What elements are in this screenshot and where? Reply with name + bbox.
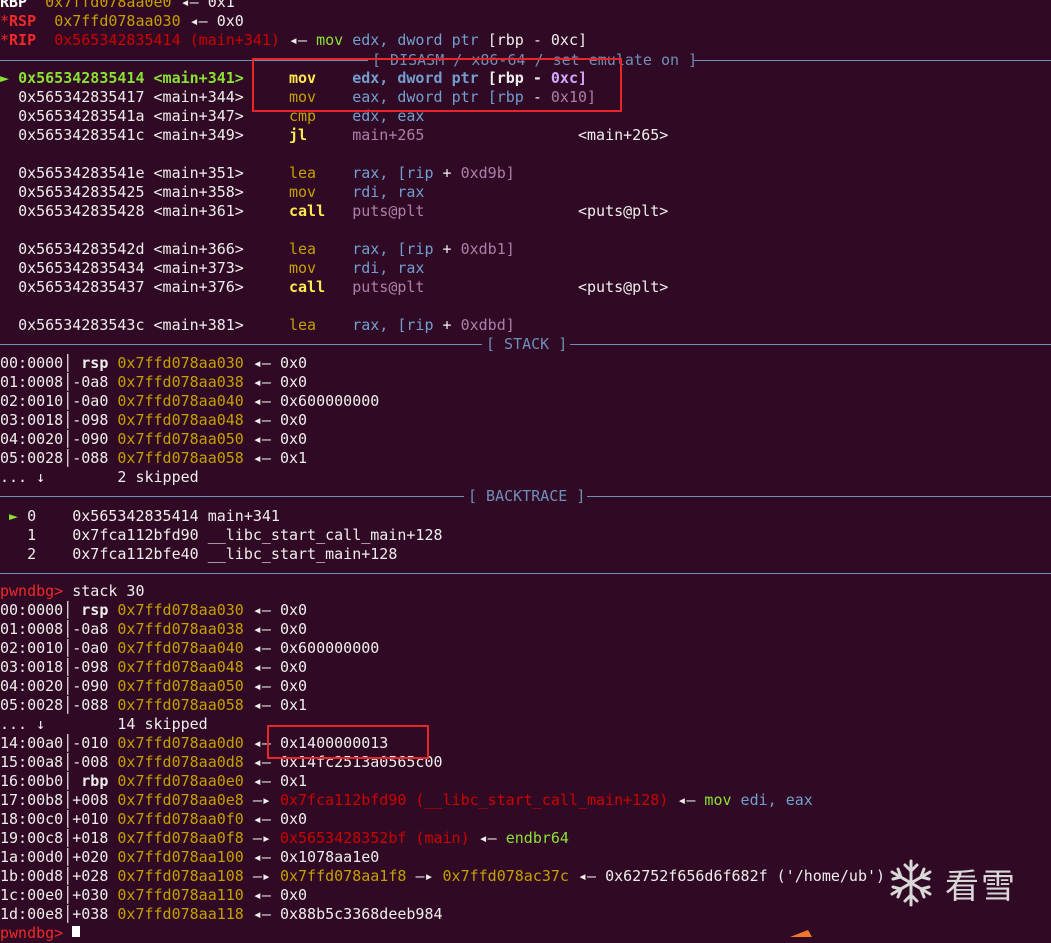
disasm-line: 0x565342835437 <main+376> call puts@plt … bbox=[18, 278, 669, 296]
stack-row: 02:0010│-0a0 0x7ffd078aa040 ◂— 0x6000000… bbox=[0, 392, 380, 410]
stack-row: 05:0028│-088 0x7ffd078aa058 ◂— 0x1 bbox=[0, 696, 308, 714]
backtrace-header-title: [ BACKTRACE ] bbox=[468, 487, 586, 505]
stack-row: 16:00b0│ rbp 0x7ffd078aa0e0 ◂— 0x1 bbox=[0, 772, 308, 790]
stack-row: 18:00c0│+010 0x7ffd078aa0f0 ◂— 0x0 bbox=[0, 810, 308, 828]
divider bbox=[587, 496, 1051, 497]
stack-row: 02:0010│-0a0 0x7ffd078aa040 ◂— 0x6000000… bbox=[0, 639, 380, 657]
command-line: pwndbg> stack 30 bbox=[0, 582, 145, 600]
backtrace-frame: 2 0x7fca112bfe40 __libc_start_main+128 bbox=[27, 545, 398, 563]
backtrace-frame: 1 0x7fca112bfd90 __libc_start_call_main+… bbox=[27, 526, 443, 544]
stack-row: 03:0018│-098 0x7ffd078aa048 ◂— 0x0 bbox=[0, 411, 308, 429]
disasm-line: 0x56534283541e <main+351> lea rax, [rip … bbox=[18, 164, 515, 182]
stack-header: [ STACK ] bbox=[0, 335, 1051, 354]
stack-row: 1c:00e0│+030 0x7ffd078aa110 ◂— 0x0 bbox=[0, 886, 308, 904]
snowflake-icon bbox=[890, 859, 932, 907]
divider bbox=[0, 344, 482, 345]
disasm-line: 0x565342835428 <main+361> call puts@plt … bbox=[18, 202, 669, 220]
divider bbox=[0, 496, 464, 497]
stack-row: 04:0020│-090 0x7ffd078aa050 ◂— 0x0 bbox=[0, 430, 308, 448]
stack-row: 1a:00d0│+020 0x7ffd078aa100 ◂— 0x1078aa1… bbox=[0, 848, 380, 866]
stack-row: 1b:00d8│+028 0x7ffd078aa108 —▸ 0x7ffd078… bbox=[0, 867, 886, 885]
pointer-arrow-icon bbox=[790, 930, 812, 937]
watermark-text: 看雪 bbox=[945, 866, 1017, 907]
disasm-line: 0x565342835434 <main+373> mov rdi, rax bbox=[18, 259, 425, 277]
backtrace-header: [ BACKTRACE ] bbox=[0, 487, 1051, 506]
stack-header-title: [ STACK ] bbox=[486, 335, 568, 353]
register-rip: *RIP 0x565342835414 (main+341) ◂— mov ed… bbox=[0, 31, 588, 49]
disasm-line: 0x565342835425 <main+358> mov rdi, rax bbox=[18, 183, 425, 201]
stack-row: 05:0028│-088 0x7ffd078aa058 ◂— 0x1 bbox=[0, 449, 308, 467]
backtrace-frame-current: ► 0 0x565342835414 main+341 bbox=[9, 507, 280, 525]
divider bbox=[570, 344, 1051, 345]
stack-row: 1d:00e8│+038 0x7ffd078aa118 ◂— 0x88b5c33… bbox=[0, 905, 443, 923]
disasm-line: 0x56534283541c <main+349> jl main+265 <m… bbox=[18, 126, 669, 144]
watermark: 看雪 bbox=[885, 857, 1017, 909]
stack-row: 00:0000│ rsp 0x7ffd078aa030 ◂— 0x0 bbox=[0, 354, 308, 372]
stack-row: 01:0008│-0a8 0x7ffd078aa038 ◂— 0x0 bbox=[0, 373, 308, 391]
register-rsp: *RSP 0x7ffd078aa030 ◂— 0x0 bbox=[0, 12, 244, 30]
stack-row: 00:0000│ rsp 0x7ffd078aa030 ◂— 0x0 bbox=[0, 601, 308, 619]
disasm-line: 0x56534283542d <main+366> lea rax, [rip … bbox=[18, 240, 515, 258]
text-cursor bbox=[72, 926, 80, 937]
divider bbox=[694, 60, 1051, 61]
stack-row: 03:0018│-098 0x7ffd078aa048 ◂— 0x0 bbox=[0, 658, 308, 676]
stack-row: 19:00c8│+018 0x7ffd078aa0f8 —▸ 0x5653428… bbox=[0, 829, 569, 847]
divider bbox=[0, 573, 1051, 574]
register-rbp: RBP 0x7ffd078aa0e0 ◂— 0x1 bbox=[0, 0, 235, 11]
stack-row: 01:0008│-0a8 0x7ffd078aa038 ◂— 0x0 bbox=[0, 620, 308, 638]
disasm-line: 0x56534283543c <main+381> lea rax, [rip … bbox=[18, 316, 515, 334]
stack-skip: ... ↓ 14 skipped bbox=[0, 715, 208, 733]
highlight-box-stack-value bbox=[267, 725, 429, 759]
stack-row: 17:00b8│+008 0x7ffd078aa0e8 —▸ 0x7fca112… bbox=[0, 791, 813, 809]
highlight-box-disasm bbox=[252, 58, 622, 112]
stack-skip: ... ↓ 2 skipped bbox=[0, 468, 199, 486]
stack-row: 04:0020│-090 0x7ffd078aa050 ◂— 0x0 bbox=[0, 677, 308, 695]
command-prompt[interactable]: pwndbg> bbox=[0, 924, 72, 943]
